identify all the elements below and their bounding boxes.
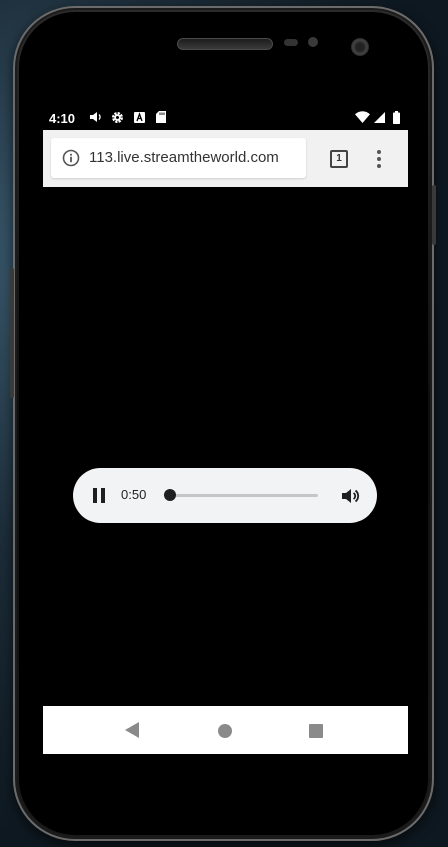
home-icon[interactable] [218, 724, 232, 738]
current-time: 0:50 [121, 487, 147, 502]
status-time: 4:10 [49, 111, 76, 126]
a-icon [133, 110, 145, 124]
seek-bar[interactable] [170, 494, 318, 497]
overflow-menu-icon[interactable] [376, 150, 382, 168]
device-screen: 4:10 113.live.streamtheworld.com 1 0:50 [43, 104, 408, 754]
address-bar[interactable]: 113.live.streamtheworld.com [51, 138, 306, 178]
settings-icon [110, 110, 124, 124]
power-side-button[interactable] [10, 268, 14, 398]
seek-thumb[interactable] [164, 489, 176, 501]
status-bar: 4:10 [43, 104, 408, 130]
proximity-sensor [284, 39, 298, 46]
info-icon[interactable] [62, 149, 80, 167]
signal-icon [373, 110, 385, 124]
pause-button[interactable] [92, 488, 106, 503]
light-sensor [308, 37, 318, 47]
recents-icon[interactable] [309, 724, 323, 738]
volume-side-button[interactable] [432, 185, 436, 245]
volume-icon [88, 110, 102, 124]
url-text[interactable]: 113.live.streamtheworld.com [89, 149, 279, 166]
volume-icon[interactable] [340, 486, 360, 506]
browser-toolbar: 113.live.streamtheworld.com 1 [43, 130, 408, 187]
system-nav-bar [43, 706, 408, 754]
battery-icon [392, 110, 401, 124]
tab-switcher-button[interactable]: 1 [330, 150, 348, 168]
earpiece-speaker [177, 38, 273, 50]
front-camera [351, 38, 369, 56]
audio-player: 0:50 [73, 468, 377, 523]
back-icon[interactable] [125, 722, 139, 743]
sd-card-icon [155, 110, 167, 124]
wifi-icon [354, 110, 370, 124]
